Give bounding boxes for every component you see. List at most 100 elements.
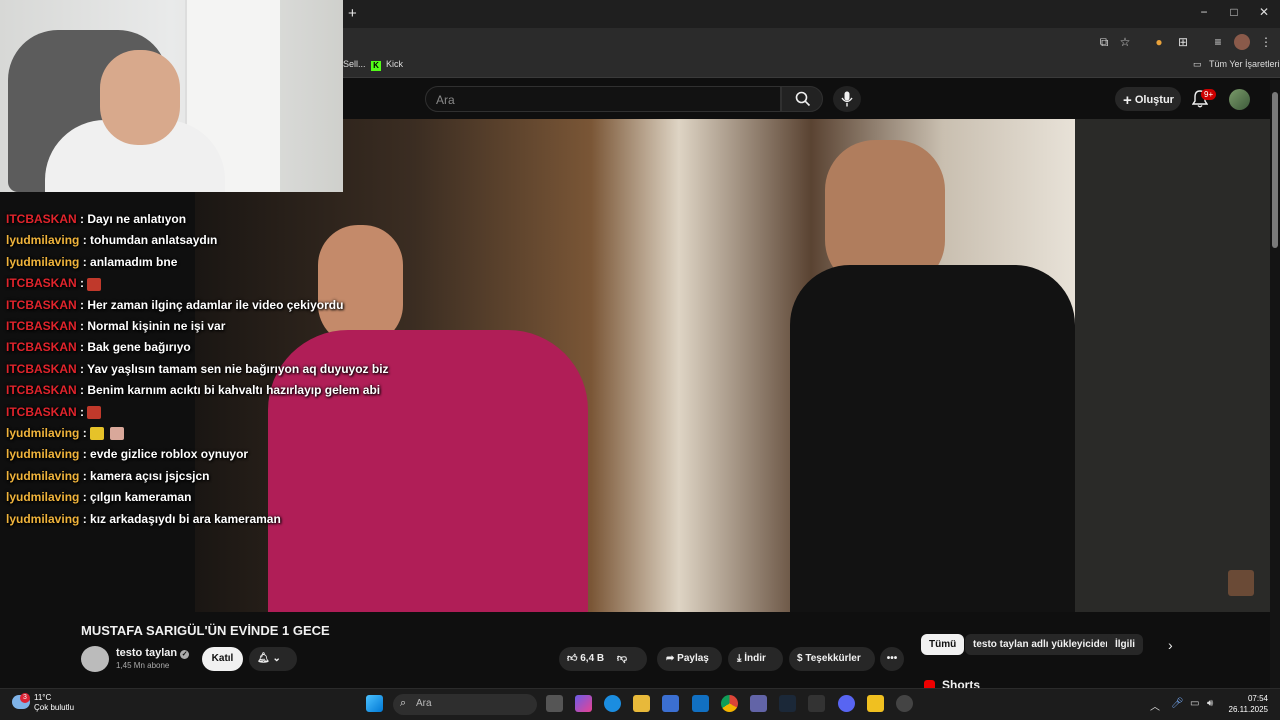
install-app-icon[interactable]: ⧉	[1096, 34, 1112, 50]
chat-message: lyudmilaving : tohumdan anlatsaydın	[6, 233, 217, 247]
chip-related[interactable]: İlgili	[1107, 634, 1143, 655]
bookmark-kick[interactable]: Kick	[386, 59, 403, 69]
chat-separator: :	[79, 254, 91, 269]
extensions-puzzle-icon[interactable]: ⊞	[1175, 34, 1191, 50]
browser-menu-icon[interactable]: ⋮	[1258, 34, 1274, 50]
app-g-icon[interactable]	[808, 695, 825, 712]
chat-message: ITCBASKAN : Normal kişinin ne işi var	[6, 319, 225, 333]
chevron-right-icon[interactable]: ›	[1168, 637, 1173, 653]
chat-username[interactable]: lyudmilaving	[6, 447, 79, 461]
chat-username[interactable]: lyudmilaving	[6, 255, 79, 269]
share-label: Paylaş	[677, 653, 709, 664]
chat-username[interactable]: ITCBASKAN	[6, 362, 77, 376]
create-label: Oluştur	[1134, 94, 1174, 106]
channel-name[interactable]: testo taylan ✓	[116, 647, 190, 659]
weather-badge: 3	[20, 693, 30, 703]
teams-icon[interactable]	[750, 695, 767, 712]
small-thumbnail[interactable]	[1228, 570, 1254, 596]
chat-text: evde gizlice roblox oynuyor	[90, 447, 249, 462]
chat-username[interactable]: ITCBASKAN	[6, 340, 77, 354]
search-button[interactable]	[781, 86, 823, 112]
network-icon[interactable]: ▭	[1190, 698, 1199, 709]
new-tab-button[interactable]: +	[348, 5, 357, 22]
like-button[interactable]: 👍︎ 6,4 B	[567, 653, 604, 664]
chat-username[interactable]: ITCBASKAN	[6, 383, 77, 397]
chat-username[interactable]: ITCBASKAN	[6, 212, 77, 226]
thanks-button[interactable]: $ Teşekkürler	[789, 647, 875, 671]
channel-avatar[interactable]	[81, 646, 109, 672]
weather-widget[interactable]: 11°C Çok bulutlu	[34, 693, 74, 713]
like-dislike-group: 👍︎ 6,4 B 👎︎	[559, 647, 647, 671]
chat-emote-icon	[87, 405, 102, 419]
task-view-icon[interactable]	[546, 695, 563, 712]
clock-time: 07:54	[1247, 694, 1268, 703]
dislike-button[interactable]: 👎︎	[617, 653, 627, 664]
tray-chevron-icon[interactable]: ︿	[1150, 698, 1160, 713]
store-icon[interactable]	[662, 695, 679, 712]
account-avatar[interactable]	[1229, 89, 1250, 110]
chat-username[interactable]: lyudmilaving	[6, 469, 79, 483]
share-button[interactable]: ➦ Paylaş	[657, 647, 722, 671]
windows-start-icon[interactable]	[366, 695, 383, 712]
chat-username[interactable]: lyudmilaving	[6, 426, 79, 440]
video-person-right	[790, 265, 1075, 612]
chat-username[interactable]: lyudmilaving	[6, 233, 79, 247]
chrome-icon[interactable]	[721, 695, 738, 712]
join-button[interactable]: Katıl	[202, 647, 243, 671]
maximize-button[interactable]: □	[1219, 5, 1249, 19]
chip-all[interactable]: Tümü	[921, 634, 965, 655]
weather-text: Çok bulutlu	[34, 703, 75, 712]
outlook-icon[interactable]	[692, 695, 709, 712]
chip-from-uploader[interactable]: testo taylan adlı yükleyiciden	[965, 634, 1120, 655]
thanks-label: Teşekkürler	[805, 653, 861, 664]
copilot-icon[interactable]	[575, 695, 592, 712]
bookmark-star-icon[interactable]: ☆	[1117, 34, 1133, 50]
bookmark-sell[interactable]: Sell...	[343, 59, 366, 69]
edge-icon[interactable]	[604, 695, 621, 712]
chat-separator: :	[76, 404, 88, 419]
steam-icon[interactable]	[779, 695, 796, 712]
obs-icon[interactable]	[896, 695, 913, 712]
chat-separator: :	[79, 511, 91, 526]
scrollbar-thumb[interactable]	[1272, 92, 1278, 248]
system-clock[interactable]: 07:54 26.11.2025	[1222, 693, 1268, 715]
chat-username[interactable]: ITCBASKAN	[6, 298, 77, 312]
chat-username[interactable]: lyudmilaving	[6, 512, 79, 526]
more-actions-button[interactable]: •••	[880, 647, 904, 671]
taskbar-search-icon: ⌕	[400, 697, 407, 709]
chat-message: lyudmilaving : çılgın kameraman	[6, 490, 191, 504]
address-bar[interactable]	[343, 28, 1280, 56]
thumbs-down-icon: 👎︎	[616, 653, 628, 664]
download-label: İndir	[744, 653, 766, 664]
voice-search-button[interactable]	[833, 86, 861, 112]
close-window-button[interactable]: ✕	[1249, 5, 1279, 19]
microphone-tray-icon[interactable]: 🎤︎	[1171, 698, 1184, 709]
chat-emote-icon	[87, 277, 102, 291]
download-button[interactable]: ⤓ İndir	[728, 647, 783, 671]
chat-message: lyudmilaving : kamera açısı jsjcsjcn	[6, 469, 209, 483]
search-input[interactable]: Ara	[425, 86, 781, 112]
chat-username[interactable]: ITCBASKAN	[6, 276, 77, 290]
chat-message: ITCBASKAN : Benim karnım acıktı bi kahva…	[6, 383, 380, 397]
app-icon[interactable]	[867, 695, 884, 712]
chat-message: lyudmilaving :	[6, 426, 130, 441]
taskbar-search[interactable]: Ara	[393, 694, 537, 715]
volume-icon[interactable]: 🔊︎	[1207, 698, 1213, 709]
chat-message: lyudmilaving : anlamadım bne	[6, 255, 177, 269]
create-button[interactable]: + Oluştur	[1115, 87, 1181, 111]
chat-username[interactable]: ITCBASKAN	[6, 319, 77, 333]
media-controls-icon[interactable]: ≡	[1210, 34, 1226, 50]
chat-separator: :	[79, 447, 91, 462]
file-explorer-icon[interactable]	[633, 695, 650, 712]
profile-avatar[interactable]	[1234, 34, 1250, 50]
temperature: 11°C	[34, 693, 52, 702]
discord-icon[interactable]	[838, 695, 855, 712]
subscribe-notifications-button[interactable]: 🔔︎ ⌄	[249, 647, 297, 671]
all-bookmarks-folder[interactable]: Tüm Yer İşaretleri	[1209, 59, 1280, 69]
minimize-button[interactable]: −	[1189, 5, 1219, 19]
chat-username[interactable]: ITCBASKAN	[6, 405, 77, 419]
extension-icon[interactable]: ●	[1151, 34, 1167, 50]
chat-message: ITCBASKAN : Yav yaşlısın tamam sen nie b…	[6, 362, 389, 376]
chat-message: ITCBASKAN : Bak gene bağırıyo	[6, 340, 191, 354]
chat-username[interactable]: lyudmilaving	[6, 490, 79, 504]
